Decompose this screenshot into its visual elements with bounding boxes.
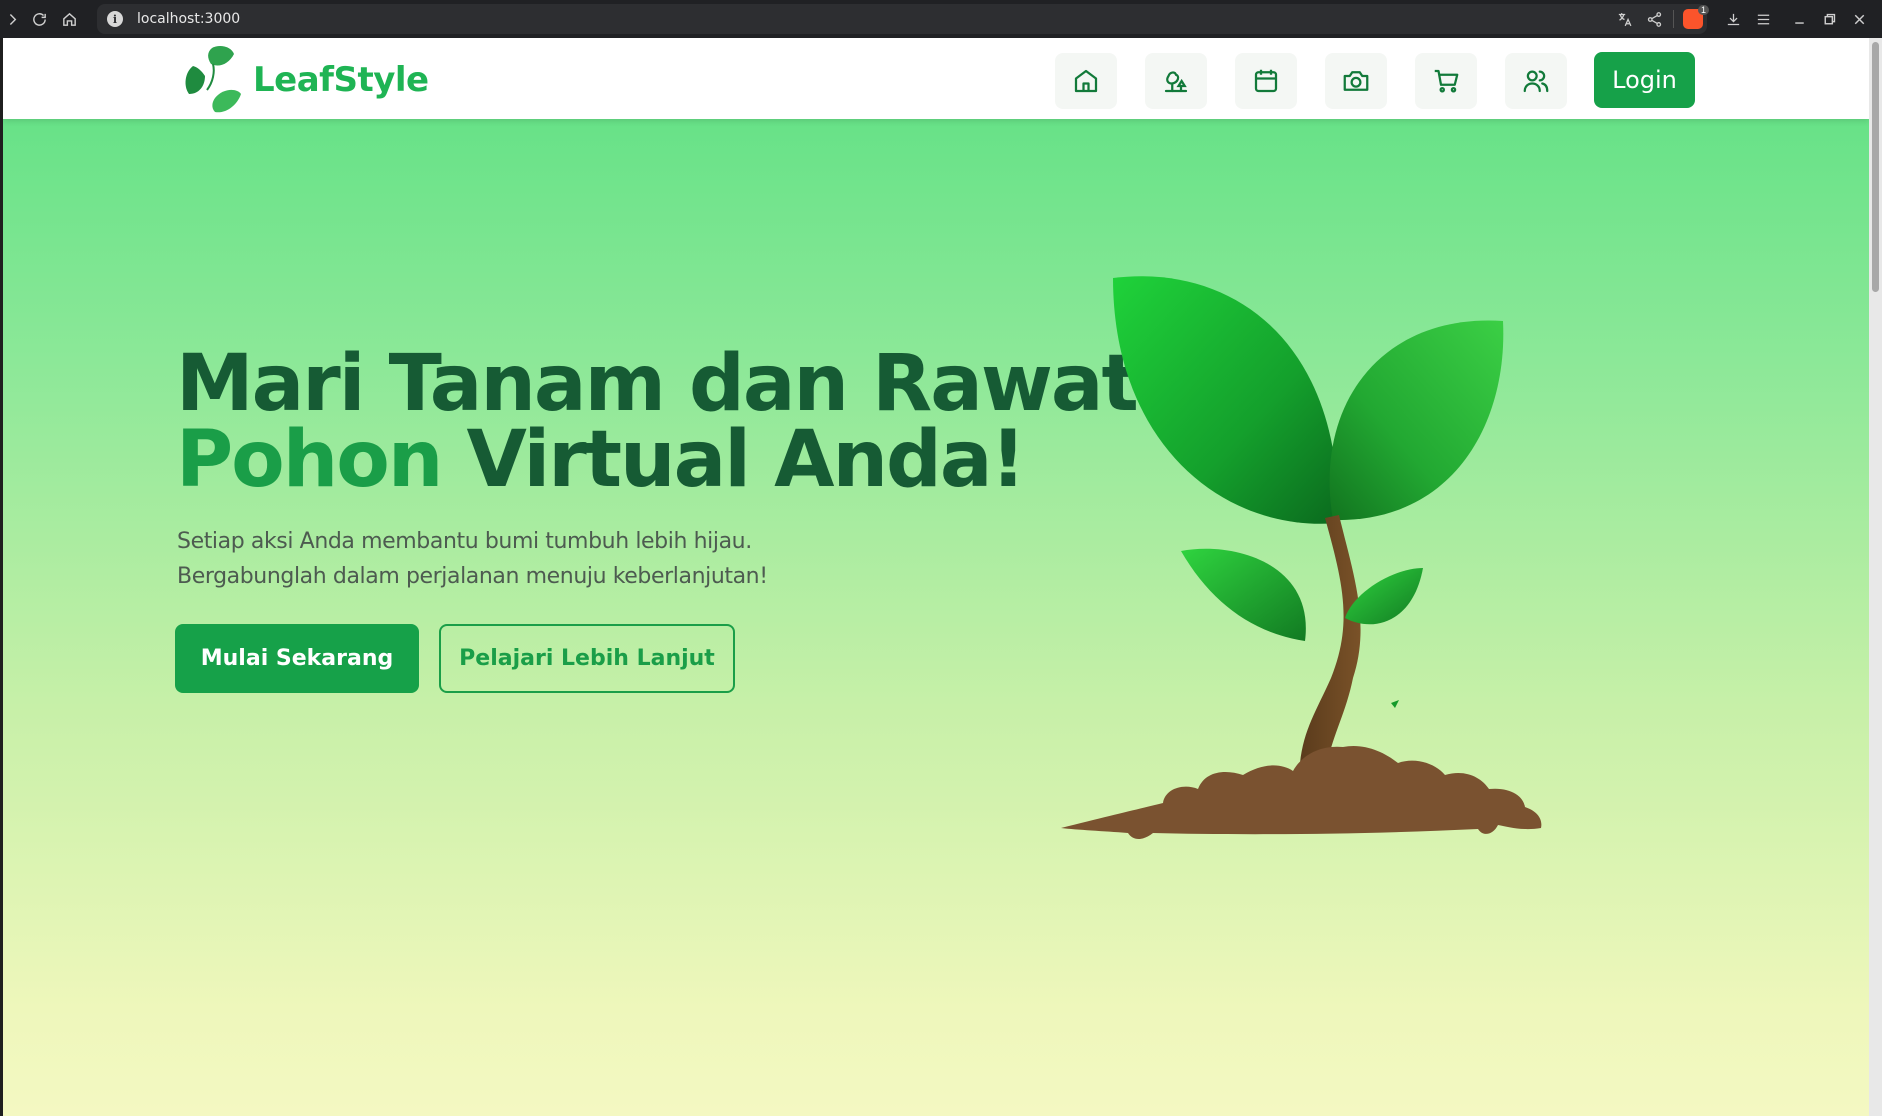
calendar-icon — [1254, 69, 1278, 93]
nav-users-button[interactable] — [1505, 53, 1567, 109]
forward-icon[interactable] — [0, 0, 24, 38]
leaf-right-large — [1329, 320, 1504, 521]
menu-icon[interactable] — [1748, 0, 1778, 38]
leaf-left-small — [1181, 548, 1306, 641]
share-icon[interactable] — [1639, 0, 1669, 38]
users-icon — [1523, 70, 1549, 93]
shield-count-badge: 1 — [1697, 5, 1709, 15]
nav-calendar-button[interactable] — [1235, 53, 1297, 109]
page-viewport: LeafStyle Login Mari Tanam dan Rawat Poh… — [3, 38, 1869, 1116]
browser-toolbar: i localhost:3000 1 — [0, 0, 1882, 38]
url-text: localhost:3000 — [137, 11, 241, 27]
hero-title-accent: Pohon — [176, 415, 443, 505]
browser-home-icon[interactable] — [54, 0, 84, 38]
hero-title-line2: Virtual Anda! — [441, 415, 1026, 505]
page-scrollbar[interactable] — [1869, 38, 1882, 1116]
nav-trees-button[interactable] — [1145, 53, 1207, 109]
hero-subtitle-line1: Setiap aksi Anda membantu bumi tumbuh le… — [177, 529, 752, 554]
toolbar-separator — [1673, 10, 1674, 28]
start-now-button[interactable]: Mulai Sekarang — [175, 624, 419, 693]
nav-camera-button[interactable] — [1325, 53, 1387, 109]
download-icon[interactable] — [1718, 0, 1748, 38]
main-nav — [1055, 53, 1595, 109]
learn-more-button[interactable]: Pelajari Lebih Lanjut — [439, 624, 735, 693]
site-info-icon[interactable]: i — [107, 11, 123, 27]
reload-icon[interactable] — [24, 0, 54, 38]
camera-icon — [1343, 71, 1369, 91]
hero-subtitle-line2: Bergabunglah dalam perjalanan menuju keb… — [177, 564, 768, 589]
translate-icon[interactable] — [1609, 0, 1639, 38]
restore-icon[interactable] — [1814, 0, 1844, 38]
hero-subtitle: Setiap aksi Anda membantu bumi tumbuh le… — [177, 524, 768, 594]
scrollbar-thumb[interactable] — [1872, 42, 1879, 292]
nav-home-button[interactable] — [1055, 53, 1117, 109]
address-bar[interactable]: i localhost:3000 — [97, 4, 1707, 34]
brave-shield-icon[interactable]: 1 — [1678, 0, 1709, 38]
site-logo[interactable]: LeafStyle — [179, 42, 429, 117]
nav-cart-button[interactable] — [1415, 53, 1477, 109]
cart-icon — [1434, 69, 1459, 93]
site-header: LeafStyle Login — [3, 38, 1869, 119]
leaf-left-large — [1113, 276, 1339, 524]
tiny-leaf — [1391, 700, 1399, 708]
login-button[interactable]: Login — [1594, 52, 1695, 108]
logo-text: LeafStyle — [253, 59, 429, 100]
minimize-icon[interactable] — [1784, 0, 1814, 38]
sprout-illustration — [1061, 276, 1542, 839]
home-icon — [1074, 69, 1098, 93]
trees-icon — [1164, 71, 1188, 93]
hero-title: Mari Tanam dan Rawat Pohon Virtual Anda! — [176, 345, 1139, 499]
close-icon[interactable] — [1844, 0, 1874, 38]
leaf-logo-icon — [185, 46, 241, 113]
